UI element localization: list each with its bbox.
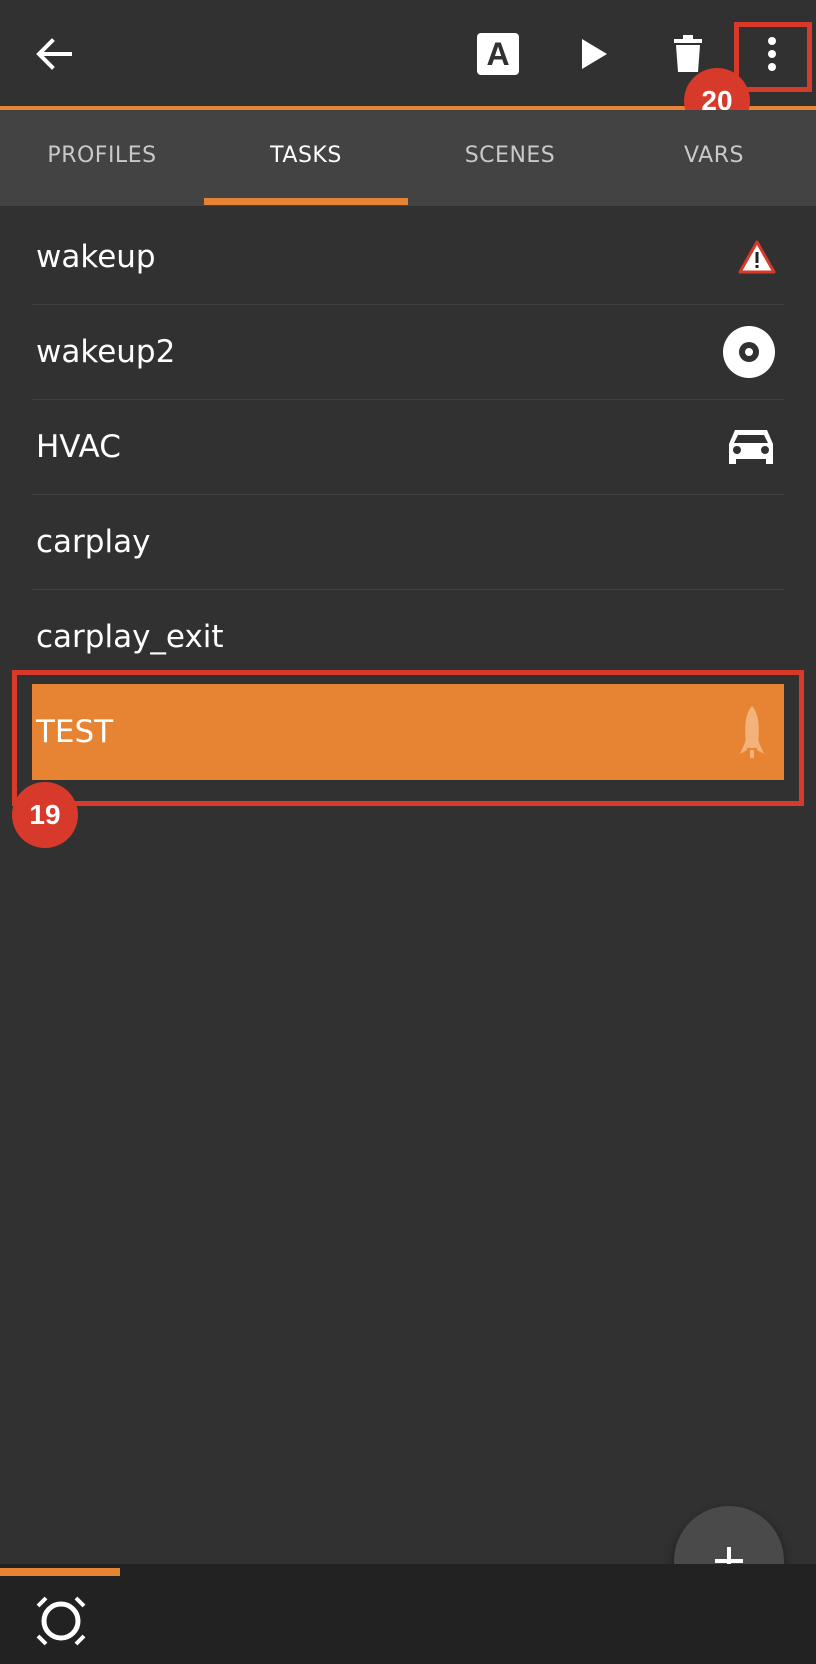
bottom-bar bbox=[0, 1564, 816, 1664]
task-label: wakeup2 bbox=[36, 334, 176, 370]
play-icon bbox=[582, 39, 607, 69]
badge-19: 19 bbox=[12, 782, 78, 848]
back-button[interactable] bbox=[22, 22, 86, 86]
task-label: carplay_exit bbox=[36, 619, 224, 655]
play-button[interactable] bbox=[562, 22, 626, 86]
task-item-wakeup[interactable]: wakeup bbox=[32, 210, 784, 305]
task-item-wakeup2[interactable]: wakeup2 bbox=[32, 305, 784, 400]
tab-profiles[interactable]: PROFILES bbox=[0, 110, 204, 206]
disc-icon bbox=[722, 325, 776, 379]
active-tab-indicator bbox=[204, 198, 408, 205]
car-icon bbox=[726, 426, 776, 468]
highlight-box-test bbox=[12, 670, 804, 806]
arrow-left-icon bbox=[36, 38, 72, 70]
bottom-indicator bbox=[0, 1568, 120, 1576]
task-label: carplay bbox=[36, 524, 151, 560]
highlight-box-more bbox=[734, 22, 812, 92]
tab-tasks[interactable]: TASKS bbox=[204, 110, 408, 206]
tab-scenes[interactable]: SCENES bbox=[408, 110, 612, 206]
task-item-carplay[interactable]: carplay bbox=[32, 495, 784, 590]
task-label: wakeup bbox=[36, 239, 156, 275]
tab-vars[interactable]: VARS bbox=[612, 110, 816, 206]
task-label: HVAC bbox=[36, 429, 121, 465]
task-item-hvac[interactable]: HVAC bbox=[32, 400, 784, 495]
warning-icon bbox=[738, 240, 776, 274]
a-button[interactable]: A bbox=[466, 22, 530, 86]
tab-bar: PROFILES TASKS SCENES VARS bbox=[0, 110, 816, 206]
trash-icon bbox=[674, 35, 702, 72]
a-icon: A bbox=[477, 33, 519, 75]
tasker-logo-icon[interactable] bbox=[36, 1596, 86, 1646]
